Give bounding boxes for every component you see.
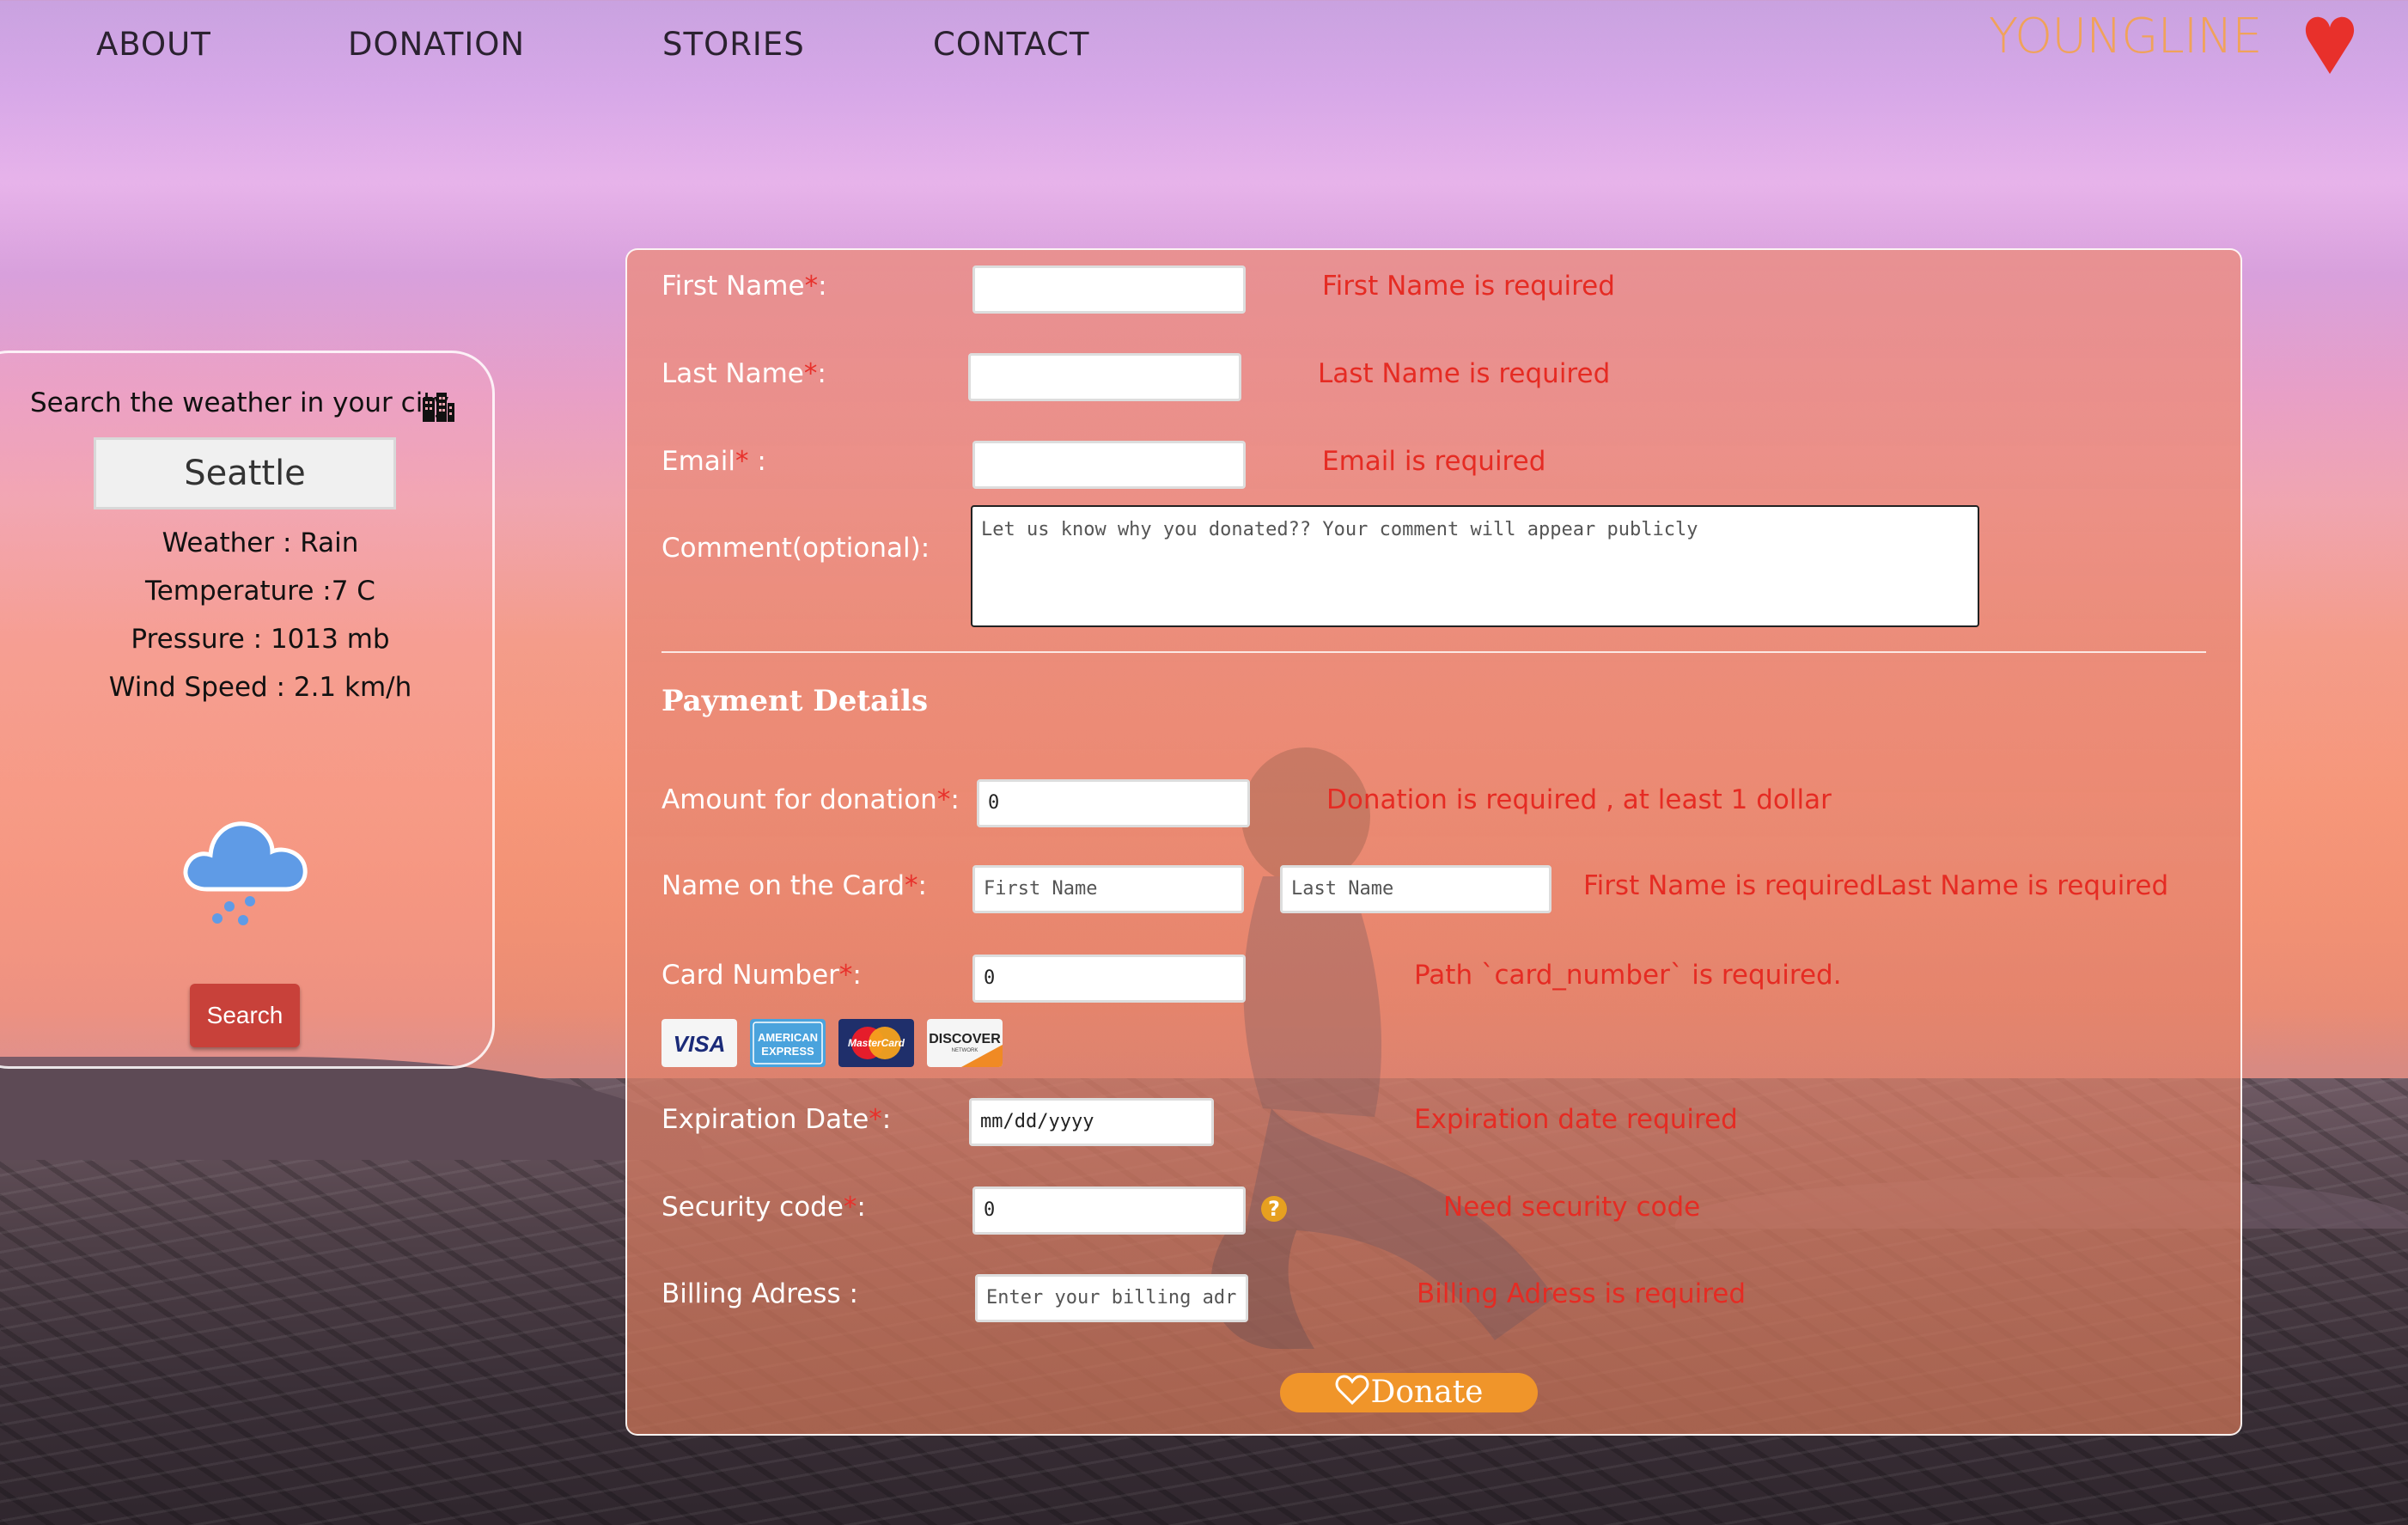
amount-error: Donation is required , at least 1 dollar xyxy=(1326,784,1832,815)
email-label: Email* : xyxy=(661,446,766,477)
svg-text:NETWORK: NETWORK xyxy=(952,1048,978,1053)
billing-address-error: Billing Adress is required xyxy=(1417,1278,1747,1309)
security-code-error: Need security code xyxy=(1443,1192,1701,1223)
form-divider xyxy=(661,651,2206,653)
heart-logo-icon xyxy=(2305,16,2355,75)
payment-details-title: Payment Details xyxy=(661,684,929,718)
security-code-label: Security code*: xyxy=(661,1192,866,1223)
security-code-input[interactable]: 0 xyxy=(972,1186,1246,1235)
rain-cloud-icon xyxy=(183,821,308,925)
expiration-date-input[interactable]: mm/dd/yyyy xyxy=(969,1098,1214,1146)
city-input[interactable]: Seattle xyxy=(94,437,396,509)
amount-input[interactable]: 0 xyxy=(977,779,1250,827)
background-hill xyxy=(0,1057,704,1160)
city-input-value: Seattle xyxy=(184,454,306,493)
comment-label: Comment(optional): xyxy=(661,533,930,564)
card-last-name-input[interactable]: Last Name xyxy=(1280,865,1551,913)
card-number-error: Path `card_number` is required. xyxy=(1414,960,1842,991)
visa-card-icon: VISA xyxy=(661,1019,737,1067)
card-number-label: Card Number*: xyxy=(661,960,862,991)
expiration-label: Expiration Date*: xyxy=(661,1104,892,1135)
nav-donation[interactable]: DONATION xyxy=(348,26,525,63)
email-input[interactable] xyxy=(972,441,1246,489)
comment-textarea[interactable]: Let us know why you donated?? Your comme… xyxy=(971,505,1979,627)
expiration-error: Expiration date required xyxy=(1414,1104,1738,1135)
city-icon xyxy=(423,393,454,422)
svg-text:MasterCard: MasterCard xyxy=(848,1037,905,1049)
first-name-error: First Name is required xyxy=(1322,271,1615,302)
weather-temperature: Temperature :7 C xyxy=(145,576,375,607)
mastercard-card-icon: MasterCard xyxy=(838,1019,914,1067)
email-error: Email is required xyxy=(1322,446,1546,477)
weather-search-button[interactable]: Search xyxy=(190,984,300,1047)
nav-contact[interactable]: CONTACT xyxy=(933,26,1089,63)
discover-card-icon: DISCOVER NETWORK xyxy=(927,1019,1003,1067)
card-number-input[interactable]: 0 xyxy=(972,955,1246,1003)
weather-condition: Weather : Rain xyxy=(162,528,359,558)
amount-label: Amount for donation*: xyxy=(661,784,960,815)
card-first-name-input[interactable]: First Name xyxy=(972,865,1244,913)
donate-button[interactable]: Donate xyxy=(1280,1373,1538,1412)
heart-outline-icon xyxy=(1335,1375,1369,1406)
last-name-label: Last Name*: xyxy=(661,358,826,389)
billing-address-label: Billing Adress : xyxy=(661,1278,858,1309)
svg-text:AMERICAN: AMERICAN xyxy=(758,1031,818,1044)
nav-about[interactable]: ABOUT xyxy=(96,26,211,63)
billing-address-input[interactable]: Enter your billing adr xyxy=(975,1274,1248,1322)
svg-text:VISA: VISA xyxy=(674,1031,726,1057)
first-name-input[interactable] xyxy=(972,265,1246,314)
nav-stories[interactable]: STORIES xyxy=(662,26,805,63)
donate-label: Donate xyxy=(1370,1375,1484,1410)
security-help-icon[interactable]: ? xyxy=(1261,1196,1287,1222)
weather-wind: Wind Speed : 2.1 km/h xyxy=(108,672,412,703)
weather-pressure: Pressure : 1013 mb xyxy=(131,624,390,655)
first-name-label: First Name*: xyxy=(661,271,827,302)
svg-text:DISCOVER: DISCOVER xyxy=(929,1032,1001,1046)
last-name-error: Last Name is required xyxy=(1318,358,1611,389)
card-name-error: First Name is requiredLast Name is requi… xyxy=(1583,870,2169,901)
logo-text[interactable]: YOUNGLINE xyxy=(1989,9,2262,64)
weather-widget: Search the weather in your city Seattle … xyxy=(0,351,495,1069)
card-name-label: Name on the Card*: xyxy=(661,870,927,901)
amex-card-icon: AMERICAN EXPRESS xyxy=(750,1019,826,1067)
weather-title: Search the weather in your city xyxy=(30,387,449,418)
background-girl-photo xyxy=(1210,747,1555,1349)
last-name-input[interactable] xyxy=(968,353,1241,401)
svg-text:EXPRESS: EXPRESS xyxy=(761,1045,814,1058)
